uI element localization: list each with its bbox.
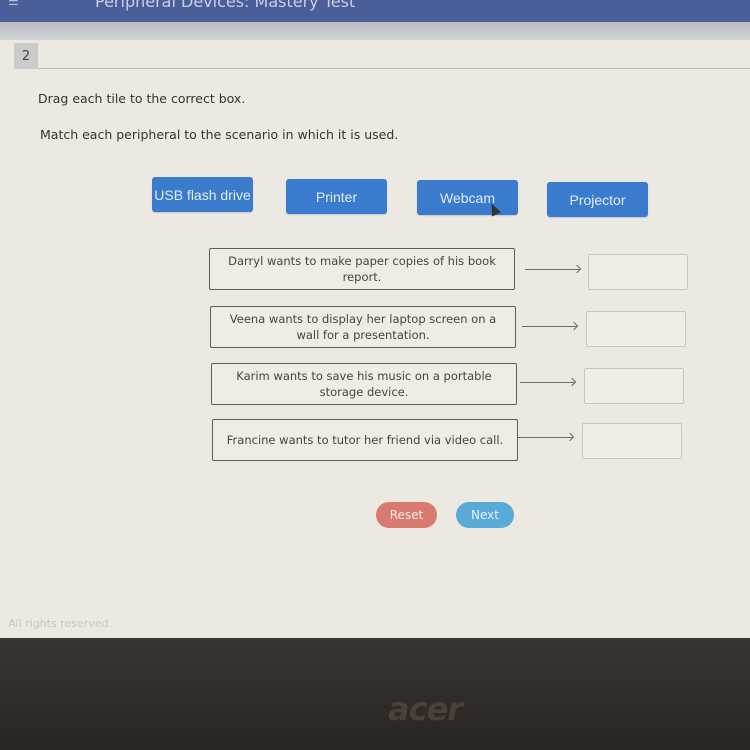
header-divider bbox=[0, 22, 750, 40]
tile-printer[interactable]: Printer bbox=[286, 179, 387, 214]
app-header: ☰ Peripheral Devices: Mastery Test bbox=[0, 0, 750, 23]
page-title: Peripheral Devices: Mastery Test bbox=[95, 0, 356, 11]
scenario-francine: Francine wants to tutor her friend via v… bbox=[212, 419, 518, 461]
reset-button[interactable]: Reset bbox=[376, 502, 437, 528]
arrow-icon bbox=[518, 437, 573, 438]
arrow-icon bbox=[520, 382, 575, 383]
scenario-text: Veena wants to display her laptop screen… bbox=[229, 312, 497, 342]
question-page: 2 Drag each tile to the correct box. Mat… bbox=[0, 40, 750, 638]
scenario-text: Karim wants to save his music on a porta… bbox=[236, 369, 492, 399]
arrow-icon bbox=[522, 326, 577, 327]
question-divider bbox=[38, 68, 750, 69]
scenario-darryl: Darryl wants to make paper copies of his… bbox=[209, 248, 515, 290]
scenario-text: Darryl wants to make paper copies of his… bbox=[228, 254, 496, 284]
scenario-karim: Karim wants to save his music on a porta… bbox=[211, 363, 517, 405]
drop-box-veena[interactable] bbox=[586, 311, 686, 347]
drop-box-darryl[interactable] bbox=[588, 254, 688, 290]
laptop-bezel: acer bbox=[0, 638, 750, 750]
footer-copyright: All rights reserved. bbox=[8, 617, 113, 630]
scenario-text: Francine wants to tutor her friend via v… bbox=[226, 433, 504, 447]
question-number: 2 bbox=[14, 43, 38, 69]
brand-logo: acer bbox=[388, 690, 463, 728]
scenario-veena: Veena wants to display her laptop screen… bbox=[210, 306, 516, 348]
header-nav-icon[interactable]: ☰ bbox=[8, 0, 68, 8]
tile-webcam[interactable]: Webcam bbox=[417, 180, 518, 215]
drop-box-karim[interactable] bbox=[584, 368, 684, 404]
tile-projector[interactable]: Projector bbox=[547, 182, 648, 217]
tile-usb-flash-drive[interactable]: USB flash drive bbox=[152, 177, 253, 212]
prompt-text: Match each peripheral to the scenario in… bbox=[40, 127, 399, 142]
next-button[interactable]: Next bbox=[456, 502, 514, 528]
drop-box-francine[interactable] bbox=[582, 423, 682, 459]
arrow-icon bbox=[525, 269, 580, 270]
instruction-text: Drag each tile to the correct box. bbox=[38, 91, 246, 106]
